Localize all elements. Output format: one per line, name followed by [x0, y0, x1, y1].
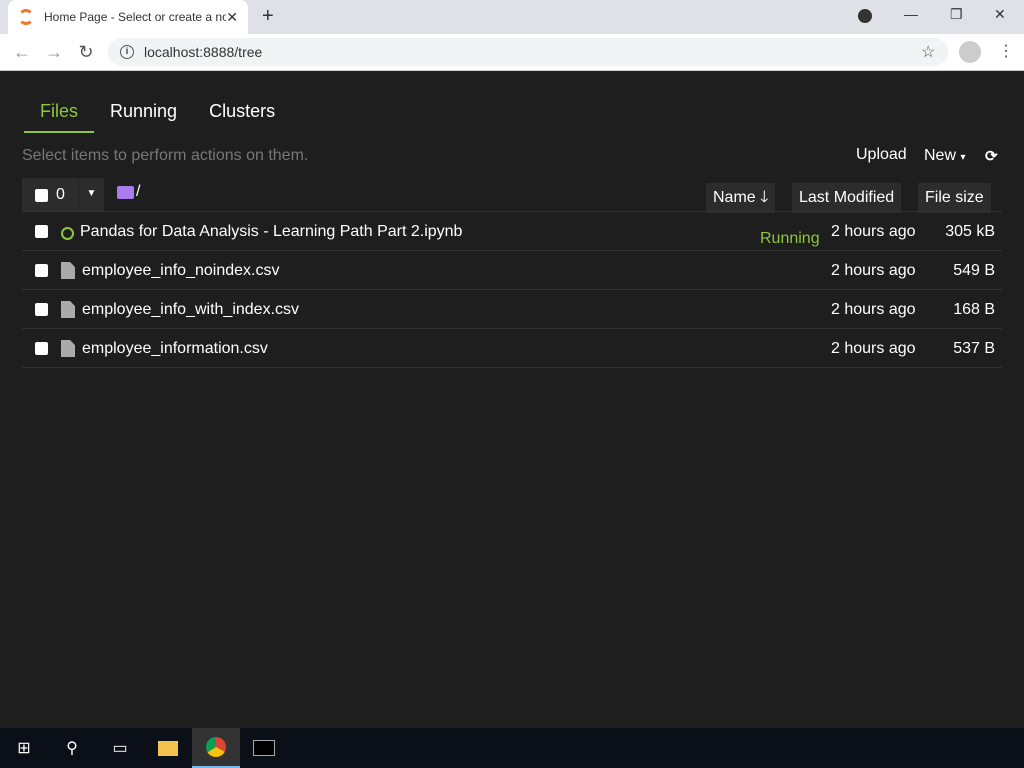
file-size: 305 kB [945, 223, 995, 240]
jupyter-tree: Files Running Clusters Select items to p… [0, 71, 1024, 728]
new-button[interactable]: New ▾ [924, 147, 966, 165]
file-icon [61, 340, 75, 357]
info-icon[interactable]: i [120, 45, 134, 59]
file-modified: 2 hours ago [831, 301, 916, 318]
file-checkbox[interactable] [35, 303, 48, 316]
search-icon[interactable]: ⚲ [48, 728, 96, 768]
file-size: 168 B [953, 301, 995, 318]
select-all-checkbox[interactable] [35, 188, 48, 202]
tab-title: Home Page - Select or create a notebook [44, 10, 227, 24]
select-dropdown-icon[interactable]: ▼ [78, 178, 104, 212]
minimize-button[interactable]: — [904, 6, 918, 22]
arrow-down-icon: 🡓 [760, 189, 769, 206]
file-row[interactable]: Pandas for Data Analysis - Learning Path… [22, 212, 1002, 251]
file-modified: 2 hours ago [831, 340, 916, 357]
file-checkbox[interactable] [35, 225, 48, 238]
file-name-link[interactable]: employee_information.csv [82, 340, 268, 358]
tab-clusters[interactable]: Clusters [193, 101, 291, 133]
file-icon [61, 301, 75, 318]
running-status: Running [760, 230, 820, 247]
restore-button[interactable]: ❐ [950, 6, 963, 23]
new-tab-button[interactable]: + [262, 5, 274, 28]
file-size: 549 B [953, 262, 995, 279]
file-row[interactable]: employee_info_noindex.csv 2 hours ago 54… [22, 251, 1002, 290]
profile-menu-icon[interactable] [858, 9, 872, 23]
reload-icon[interactable]: ↻ [70, 42, 102, 63]
browser-tabbar: Home Page - Select or create a notebook … [0, 0, 1024, 34]
folder-icon [117, 185, 134, 199]
account-avatar[interactable] [959, 41, 981, 63]
name-header: Name [713, 189, 756, 206]
file-name-link[interactable]: Pandas for Data Analysis - Learning Path… [80, 223, 462, 241]
file-name-link[interactable]: employee_info_noindex.csv [82, 262, 279, 280]
refresh-icon[interactable]: ⟳ [985, 147, 998, 165]
file-modified: 2 hours ago [831, 223, 916, 240]
file-modified: 2 hours ago [831, 262, 916, 279]
file-checkbox[interactable] [35, 264, 48, 277]
file-icon [61, 262, 75, 279]
chrome-icon[interactable] [192, 728, 240, 768]
file-name-link[interactable]: employee_info_with_index.csv [82, 301, 299, 319]
url-input[interactable]: i localhost:8888/tree [108, 38, 948, 66]
selected-count: 0 [56, 186, 65, 203]
terminal-icon[interactable] [240, 728, 288, 768]
breadcrumb-path: / [136, 183, 141, 200]
back-icon[interactable]: ← [6, 42, 38, 63]
file-row[interactable]: employee_information.csv 2 hours ago 537… [22, 329, 1002, 368]
sort-size-button[interactable]: File size [918, 183, 991, 213]
tab-files[interactable]: Files [24, 101, 95, 133]
windows-start-icon[interactable]: ⊞ [0, 728, 48, 768]
browser-tab[interactable]: Home Page - Select or create a notebook … [8, 0, 248, 34]
file-checkbox[interactable] [35, 342, 48, 355]
close-window-button[interactable]: ✕ [994, 6, 1006, 23]
close-tab-icon[interactable]: ✕ [226, 9, 238, 26]
tab-running[interactable]: Running [94, 101, 193, 133]
file-explorer-icon[interactable] [144, 728, 192, 768]
new-label: New [924, 147, 957, 164]
file-list: Pandas for Data Analysis - Learning Path… [22, 211, 1002, 368]
running-notebook-icon [61, 227, 74, 240]
upload-button[interactable]: Upload [856, 146, 907, 164]
jupyter-logo-icon [18, 9, 34, 25]
forward-icon[interactable]: → [38, 42, 70, 63]
breadcrumb[interactable]: / [117, 183, 140, 201]
sort-name-button[interactable]: Name 🡓 [706, 183, 776, 213]
bookmark-star-icon[interactable]: ☆ [921, 42, 935, 62]
file-row[interactable]: employee_info_with_index.csv 2 hours ago… [22, 290, 1002, 329]
hint-text: Select items to perform actions on them. [22, 147, 309, 164]
taskbar: ⊞ ⚲ ▭ [0, 728, 1024, 768]
select-all-control: 0 ▼ [22, 178, 104, 212]
url-text: localhost:8888/tree [144, 44, 263, 60]
menu-icon[interactable]: ⋮ [998, 41, 1014, 61]
task-view-icon[interactable]: ▭ [96, 728, 144, 768]
file-size: 537 B [953, 340, 995, 357]
caret-down-icon: ▾ [960, 152, 966, 163]
sort-modified-button[interactable]: Last Modified [792, 183, 902, 213]
